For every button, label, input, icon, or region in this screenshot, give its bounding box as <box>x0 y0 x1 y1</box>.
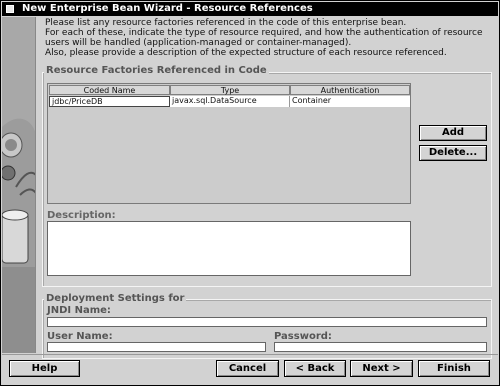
cell-coded-name[interactable]: jdbc/PriceDB <box>49 96 170 107</box>
intro-line: users will be handled (application-manag… <box>45 38 352 48</box>
intro-line: Please list any resource factories refer… <box>45 18 407 28</box>
decorative-illustration-icon <box>2 17 35 353</box>
wizard-side-image <box>2 17 36 353</box>
add-button[interactable]: Add <box>419 125 487 141</box>
cell-authentication[interactable]: Container <box>290 96 410 107</box>
description-label: Description: <box>47 210 116 221</box>
column-header-type[interactable]: Type <box>170 85 290 95</box>
back-button[interactable]: < Back <box>284 360 346 377</box>
column-header-coded-name[interactable]: Coded Name <box>49 85 170 95</box>
finish-button[interactable]: Finish <box>418 360 490 377</box>
jndi-name-label: JNDI Name: <box>47 305 111 316</box>
footer-separator <box>2 354 498 355</box>
user-name-label: User Name: <box>47 331 113 342</box>
table-header: Coded Name Type Authentication <box>49 85 410 95</box>
intro-line: Also, please provide a description of th… <box>45 48 447 58</box>
window-menu-icon[interactable] <box>6 5 14 13</box>
user-name-field[interactable] <box>47 342 266 352</box>
password-label: Password: <box>274 331 332 342</box>
intro-text: Please list any resource factories refer… <box>45 18 495 58</box>
help-button[interactable]: Help <box>9 360 80 377</box>
jndi-name-field[interactable] <box>47 317 487 327</box>
delete-button[interactable]: Delete... <box>419 145 487 161</box>
intro-line: For each of these, indicate the type of … <box>45 28 483 38</box>
window-title: New Enterprise Bean Wizard - Resource Re… <box>22 3 313 14</box>
table-row[interactable]: jdbc/PriceDB javax.sql.DataSource Contai… <box>49 96 410 107</box>
cancel-button[interactable]: Cancel <box>216 360 279 377</box>
password-field[interactable] <box>274 342 487 352</box>
resource-factories-table[interactable]: Coded Name Type Authentication jdbc/Pric… <box>47 83 411 204</box>
description-field[interactable] <box>47 221 411 276</box>
next-button[interactable]: Next > <box>350 360 413 377</box>
resource-factories-group-label: Resource Factories Referenced in Code <box>44 65 269 76</box>
deployment-settings-group-label: Deployment Settings for <box>44 293 187 304</box>
column-header-authentication[interactable]: Authentication <box>290 85 410 95</box>
cell-type[interactable]: javax.sql.DataSource <box>170 96 290 107</box>
title-bar: New Enterprise Bean Wizard - Resource Re… <box>2 2 498 16</box>
wizard-window: New Enterprise Bean Wizard - Resource Re… <box>0 0 500 386</box>
